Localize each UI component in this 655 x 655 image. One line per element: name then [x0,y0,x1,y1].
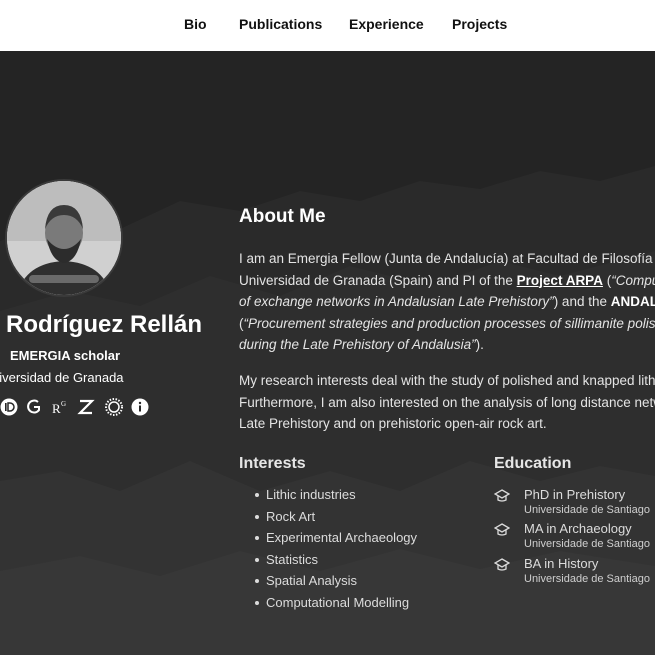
education-degree: MA in Archaeology [524,521,632,536]
profile-affiliation: niversidad de Granada [0,370,124,385]
interests-list: Lithic industries Rock Art Experimental … [250,484,417,613]
svg-text:G: G [61,400,66,408]
about-title: About Me [239,206,326,227]
top-navbar: Bio Publications Experience Projects [0,0,655,51]
about-p1-line-4: (“Procurement strategies and production … [239,313,655,335]
researchgate-icon[interactable]: R G [51,398,69,416]
education-institution: Universidade de Santiago [524,504,650,516]
nav-bio[interactable]: Bio [184,16,207,32]
google-scholar-icon[interactable] [25,398,43,416]
education-title: Education [494,455,572,472]
education-degree: BA in History [524,556,599,571]
graduation-cap-icon [494,558,510,571]
graduation-cap-icon [494,489,510,502]
list-item: Lithic industries [250,484,417,506]
about-paragraph-1: I am an Emergia Fellow (Junta de Andaluc… [239,248,655,356]
about-paragraph-2: My research interests deal with the stud… [239,370,655,435]
education-institution: Universidade de Santiago [524,573,650,585]
avatar [7,181,121,295]
interests-title: Interests [239,455,306,472]
orcid-icon[interactable] [0,398,18,416]
profile-name: Rodríguez Rellán [6,311,203,338]
profile-role: EMERGIA scholar [10,348,121,363]
education-degree: PhD in Prehistory [524,487,626,502]
text: ( [602,272,612,288]
text: ). [475,337,484,352]
education-institution: Universidade de Santiago [524,538,650,550]
sun-icon[interactable] [105,398,123,416]
nav-publications[interactable]: Publications [239,16,322,32]
about-p2-line-2: Furthermore, I am also interested on the… [239,394,655,410]
andalus-project-name: ANDALUS [610,294,655,309]
about-p1-line-5: during the Late Prehistory of Andalusia”… [239,334,655,356]
arpa-project-title-cont: of exchange networks in Andalusian Late … [239,294,554,309]
list-item: Computational Modelling [250,592,417,614]
about-p2-line-3: Late Prehistory and on prehistoric open-… [239,416,547,431]
list-item: Spatial Analysis [250,570,417,592]
andalus-project-title: “Procurement strategies and production p… [243,315,655,331]
nav-experience[interactable]: Experience [349,16,424,32]
svg-text:R: R [52,401,61,416]
graduation-cap-icon [494,523,510,536]
about-p1-line-3: of exchange networks in Andalusian Late … [239,291,655,313]
list-item: Rock Art [250,506,417,528]
text: ) and the [553,294,611,309]
andalus-project-title-cont: during the Late Prehistory of Andalusia” [239,337,476,352]
arpa-project-title: “Computati [611,272,655,288]
list-item: Statistics [250,549,417,571]
zenodo-icon[interactable] [77,398,95,416]
project-arpa-link[interactable]: Project ARPA [517,273,603,288]
text: Universidad de Granada (Spain) and PI of… [239,272,517,288]
about-p1-line-2: Universidad de Granada (Spain) and PI of… [239,270,655,292]
list-item: Experimental Archaeology [250,527,417,549]
person-photo-icon [7,181,121,295]
nav-projects[interactable]: Projects [452,16,507,32]
about-p1-line-1: I am an Emergia Fellow (Junta de Andaluc… [239,251,655,266]
info-icon[interactable] [131,398,149,416]
about-p2-line-1: My research interests deal with the stud… [239,373,655,388]
